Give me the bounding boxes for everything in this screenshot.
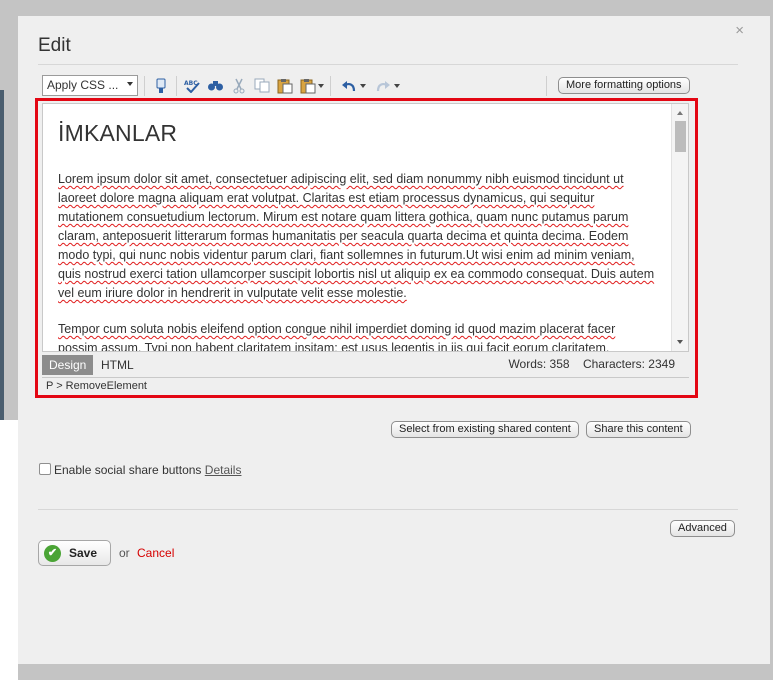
share-content-button[interactable]: Share this content bbox=[586, 421, 691, 438]
editor-document[interactable]: İMKANLAR Lorem ipsum dolor sit amet, con… bbox=[58, 120, 658, 352]
toolbar-separator bbox=[176, 76, 177, 96]
document-paragraph-1[interactable]: Lorem ipsum dolor sit amet, consectetuer… bbox=[58, 170, 658, 303]
backdrop-image-strip bbox=[0, 90, 4, 420]
social-share-checkbox[interactable] bbox=[39, 463, 51, 475]
spellcheck-icon[interactable]: ABC bbox=[184, 77, 201, 94]
editor-scrollbar[interactable] bbox=[671, 104, 688, 351]
paste-special-icon[interactable] bbox=[299, 77, 316, 94]
element-path[interactable]: P > RemoveElement bbox=[42, 377, 689, 393]
social-share-text: Enable social share buttons bbox=[54, 463, 202, 477]
title-divider bbox=[38, 64, 738, 65]
editor-toolbar: Apply CSS ... ABC More formatting option… bbox=[40, 73, 692, 99]
paste-icon[interactable] bbox=[276, 77, 293, 94]
chevron-down-icon[interactable] bbox=[360, 84, 366, 88]
scroll-thumb[interactable] bbox=[675, 121, 686, 152]
word-character-count: Words: 358 Characters: 2349 bbox=[508, 357, 675, 371]
chevron-down-icon[interactable] bbox=[318, 84, 324, 88]
copy-icon[interactable] bbox=[253, 77, 270, 94]
format-painter-icon[interactable] bbox=[152, 77, 169, 94]
close-icon[interactable]: × bbox=[735, 22, 744, 39]
social-share-label: Enable social share buttons Details bbox=[54, 463, 241, 477]
rich-text-editor[interactable]: İMKANLAR Lorem ipsum dolor sit amet, con… bbox=[42, 103, 689, 352]
checkmark-icon: ✔ bbox=[44, 545, 61, 562]
toolbar-separator bbox=[330, 76, 331, 96]
document-paragraph-2[interactable]: Tempor cum soluta nobis eleifend option … bbox=[58, 320, 658, 352]
character-count: Characters: 2349 bbox=[582, 357, 675, 371]
editor-mode-bar: Design HTML Words: 358 Characters: 2349 bbox=[42, 354, 689, 376]
paragraph-1-text: Lorem ipsum dolor sit amet, consectetuer… bbox=[58, 172, 655, 300]
document-heading[interactable]: İMKANLAR bbox=[58, 120, 658, 147]
footer-divider bbox=[38, 509, 738, 510]
save-button[interactable]: ✔ Save bbox=[38, 540, 111, 566]
toolbar-separator bbox=[144, 76, 145, 96]
chevron-down-icon bbox=[127, 82, 133, 86]
apply-css-label: Apply CSS ... bbox=[47, 78, 119, 92]
chevron-down-icon[interactable] bbox=[394, 84, 400, 88]
paragraph-2-text: Tempor cum soluta nobis eleifend option … bbox=[58, 322, 616, 352]
tab-html[interactable]: HTML bbox=[94, 355, 141, 375]
cancel-link[interactable]: Cancel bbox=[137, 546, 174, 560]
scroll-down-icon[interactable] bbox=[677, 340, 683, 344]
cut-icon[interactable] bbox=[230, 77, 247, 94]
details-link[interactable]: Details bbox=[205, 463, 242, 477]
toolbar-separator bbox=[546, 76, 547, 96]
word-count: Words: 358 bbox=[508, 357, 570, 371]
edit-dialog: × Edit Apply CSS ... ABC More formatting… bbox=[18, 16, 770, 664]
scroll-up-icon[interactable] bbox=[677, 111, 683, 115]
select-shared-content-button[interactable]: Select from existing shared content bbox=[391, 421, 579, 438]
advanced-button[interactable]: Advanced bbox=[670, 520, 735, 537]
find-replace-icon[interactable] bbox=[207, 77, 224, 94]
redo-icon[interactable] bbox=[374, 77, 391, 94]
backdrop-text-column bbox=[0, 420, 18, 680]
or-text: or bbox=[119, 546, 130, 560]
more-formatting-button[interactable]: More formatting options bbox=[558, 77, 690, 94]
dialog-title: Edit bbox=[38, 35, 71, 56]
apply-css-dropdown[interactable]: Apply CSS ... bbox=[42, 75, 138, 96]
save-label: Save bbox=[69, 546, 98, 560]
tab-design[interactable]: Design bbox=[42, 355, 94, 375]
undo-icon[interactable] bbox=[340, 77, 357, 94]
